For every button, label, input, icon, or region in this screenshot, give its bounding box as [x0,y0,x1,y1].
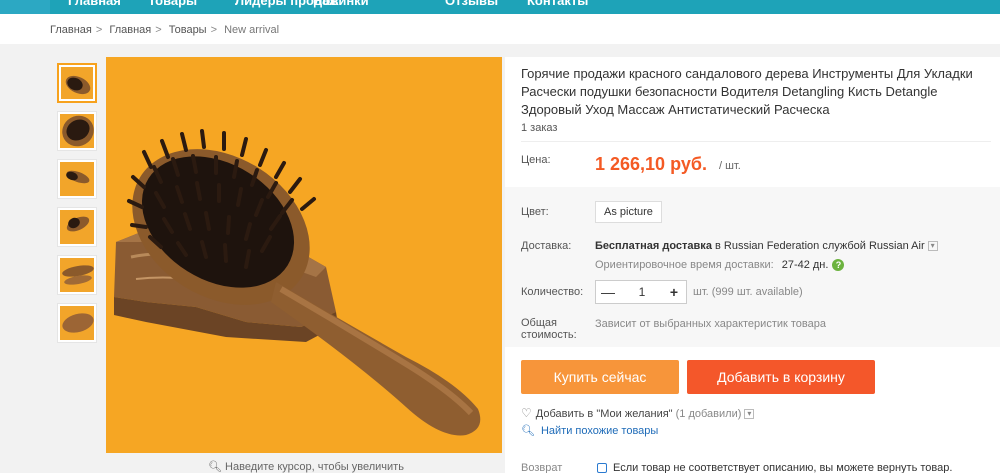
thumbnail-5[interactable] [57,255,97,295]
delivery-days: 27-42 дн. [781,259,829,271]
increment-button[interactable]: + [662,281,686,303]
breadcrumb-link[interactable]: Главная [50,24,92,36]
nav-item-new[interactable]: Новинки [313,0,369,8]
thumbnail-image [61,67,93,99]
breadcrumb-separator: > [210,24,218,36]
product-info-panel: Горячие продажи красного сандалового дер… [505,57,1000,473]
thumbnail-4[interactable] [57,207,97,247]
price-section: Цена: 1 266,10 руб. / шт. [521,141,991,187]
shipping-label: Доставка: [521,240,572,252]
thumbnail-6[interactable] [57,303,97,343]
quantity-available: шт. (999 шт. available) [693,286,803,298]
top-nav: Главная Товары Лидеры продаж Новинки Отз… [0,0,1000,14]
find-similar-label: Найти похожие товары [540,425,659,437]
thumbnail-image [60,114,94,148]
nav-item-products[interactable]: Товары [148,0,197,8]
find-similar-link[interactable]: 🔍︎ Найти похожие товары [521,424,658,437]
nav-item-contacts[interactable]: Контакты [527,0,588,8]
total-cost-label-line2: стоимость: [521,329,577,341]
breadcrumb-separator: > [155,24,162,36]
price-label: Цена: [521,154,551,166]
price-unit: / шт. [719,160,741,172]
wishlist-link[interactable]: ♡ Добавить в "Мои желания" (1 добавили) ▾ [521,406,755,420]
shipping-free: Бесплатная доставка [595,240,712,252]
orders-count: 1 заказ [521,122,558,134]
color-label: Цвет: [521,206,549,218]
zoom-hint-text: Наведите курсор, чтобы увеличить [225,461,404,473]
breadcrumb-separator: > [95,24,103,36]
returns-policy: Если товар не соответствует описанию, вы… [597,462,952,473]
total-cost-label-line1: Общая [521,317,557,329]
thumbnail-1[interactable] [57,63,97,103]
breadcrumb-current: New arrival [224,24,280,36]
price-value: 1 266,10 руб. [595,154,707,174]
breadcrumb-link[interactable]: Товары [169,24,207,36]
total-cost-value: Зависит от выбранных характеристик товар… [595,318,826,330]
top-nav-bar: Главная Товары Лидеры продаж Новинки Отз… [50,0,1000,14]
color-option-as-picture[interactable]: As picture [595,201,662,223]
hairbrush-image [114,129,481,436]
thumbnail-image [60,306,94,340]
returns-policy-text: Если товар не соответствует описанию, вы… [613,462,953,473]
shipping-info[interactable]: Бесплатная доставка в Russian Federation… [595,240,938,252]
breadcrumb: Главная > Главная > Товары > New arrival [50,24,283,36]
thumbnail-image [60,210,94,244]
chevron-down-icon[interactable]: ▾ [927,241,938,252]
nav-item-home[interactable]: Главная [68,0,121,8]
wishlist-label: Добавить в "Мои желания" [535,408,673,420]
zoom-hint: 🔍︎ Наведите курсор, чтобы увеличить [208,460,404,473]
quantity-label: Количество: [521,286,584,298]
return-policy-icon [597,463,607,473]
buy-now-button[interactable]: Купить сейчас [521,360,679,394]
wishlist-count: (1 добавили) [675,408,742,420]
product-title: Горячие продажи красного сандалового дер… [521,66,973,117]
heart-icon: ♡ [521,406,532,420]
magnifier-icon: 🔍︎ [208,461,222,473]
returns-label: Возврат [521,462,563,473]
add-to-cart-button[interactable]: Добавить в корзину [687,360,875,394]
shipping-details: в Russian Federation службой Russian Air [715,240,925,252]
total-cost-label: Общая стоимость: [521,317,577,341]
chevron-down-icon[interactable]: ▾ [744,409,755,420]
thumbnail-2[interactable] [57,111,97,151]
thumbnail-image [60,162,94,196]
nav-item-reviews[interactable]: Отзывы [445,0,498,8]
breadcrumb-link[interactable]: Главная [109,24,151,36]
delivery-estimate: Ориентировочное время доставки: 27-42 дн.… [595,259,845,272]
quantity-stepper: — 1 + [595,280,687,304]
decrement-button[interactable]: — [596,281,620,303]
quantity-input[interactable]: 1 [620,281,664,303]
thumbnail-image [60,258,94,292]
help-icon[interactable]: ? [832,259,845,272]
attributes-section: Цвет: As picture Доставка: Бесплатная до… [505,187,1000,347]
thumbnail-3[interactable] [57,159,97,199]
main-product-image[interactable] [106,57,502,453]
delivery-estimate-label: Ориентировочное время доставки: [595,259,774,271]
search-icon: 🔍︎ [521,425,535,437]
